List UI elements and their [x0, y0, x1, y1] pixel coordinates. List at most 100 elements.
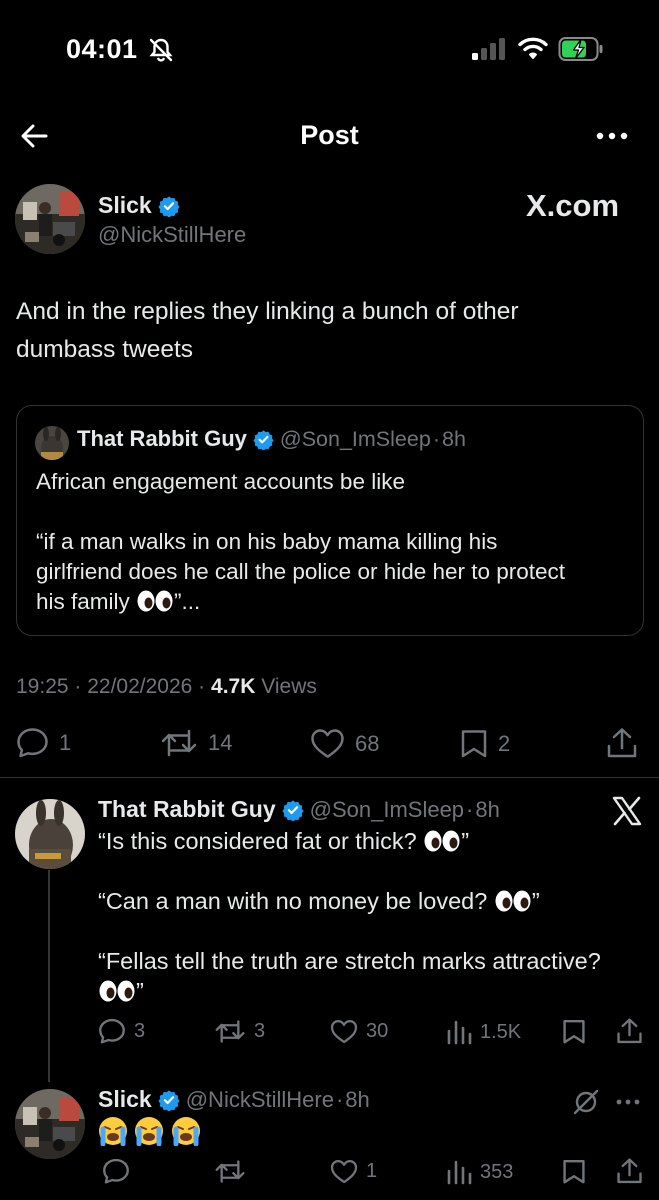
reply-time: 8h [475, 796, 500, 822]
reply-text-segment: “Is this considered fat or thick? [98, 828, 424, 854]
post-text-line: dumbass tweets [16, 336, 194, 363]
analytics-icon [447, 1020, 472, 1045]
grok-icon[interactable] [572, 1088, 600, 1116]
quote-text-line: girlfriend does he call the police or hi… [36, 559, 566, 584]
views-count: 4.7K [211, 675, 256, 698]
reply-author-name[interactable]: Slick [98, 1086, 152, 1113]
bookmark-count: 2 [498, 730, 511, 756]
views-count: 353 [480, 1160, 514, 1183]
reply-icon[interactable] [102, 1158, 130, 1184]
reply-button[interactable]: 1 [16, 727, 71, 758]
cellular-signal-icon [472, 38, 505, 60]
thread-line [48, 870, 50, 1082]
reply-text-line: ” [98, 976, 144, 1006]
x-com-label[interactable]: X.com [526, 188, 619, 224]
more-options-icon[interactable] [614, 1092, 642, 1112]
quote-text-line: African engagement accounts be like [36, 469, 405, 494]
heart-icon [311, 729, 344, 758]
bell-slash-icon [149, 38, 173, 62]
reply-author-handle[interactable]: @NickStillHere [186, 1087, 334, 1113]
bookmark-icon [461, 730, 487, 758]
avatar[interactable] [15, 799, 85, 869]
quote-author-row: That Rabbit Guy @Son_ImSleep · 8h [77, 426, 466, 451]
quote-text-line: “if a man walks in on his baby mama kill… [36, 529, 498, 554]
repost-button[interactable]: 14 [160, 728, 232, 758]
repost-button[interactable]: 3 [214, 1019, 265, 1044]
like-count: 68 [355, 730, 380, 756]
quote-author-handle: @Son_ImSleep [279, 426, 431, 451]
like-button[interactable]: 1 [330, 1159, 377, 1184]
page-title: Post [300, 120, 359, 150]
eyes-emoji-icon [99, 980, 135, 1002]
verified-badge-icon [253, 429, 274, 450]
post-date: 22/02/2026 [87, 675, 193, 698]
battery-charging-icon [558, 37, 603, 61]
reply-button[interactable]: 3 [98, 1018, 145, 1044]
bookmark-icon[interactable] [562, 1018, 586, 1045]
eyes-emoji-icon [424, 830, 460, 852]
more-options-icon[interactable] [594, 122, 630, 150]
like-count: 30 [366, 1020, 389, 1042]
reply-time: 8h [345, 1086, 370, 1112]
repost-count: 14 [208, 730, 233, 755]
reply-text-segment: ” [461, 828, 470, 854]
views-label: Views [261, 675, 317, 698]
divider [0, 777, 659, 778]
avatar [35, 426, 69, 460]
eyes-emoji-icon [137, 590, 173, 612]
post-text: And in the replies they linking a bunch … [16, 293, 636, 369]
like-button[interactable]: 30 [330, 1019, 388, 1044]
loudly-crying-face-icon [171, 1117, 200, 1146]
avatar[interactable] [15, 184, 85, 254]
author-handle[interactable]: @NickStillHere [98, 222, 246, 248]
x-logo-icon[interactable] [612, 796, 642, 826]
author-name-text[interactable]: Slick [98, 192, 152, 219]
bookmark-icon[interactable] [562, 1158, 586, 1185]
heart-icon [330, 1019, 358, 1044]
quote-text-segment: ”... [174, 589, 201, 614]
reply-count: 1 [59, 729, 72, 755]
quote-text-line: his family ”... [36, 587, 200, 617]
views-button[interactable]: 353 [446, 1159, 513, 1185]
reply-author-row: Slick @NickStillHere · 8h [98, 1086, 370, 1113]
loudly-crying-face-icon [99, 1117, 127, 1146]
quote-time: 8h [441, 426, 466, 451]
reply-icon [99, 1018, 125, 1044]
quote-text-segment: his family [36, 589, 137, 614]
repost-icon[interactable] [214, 1159, 246, 1184]
views-button[interactable]: 1.5K [446, 1019, 521, 1045]
share-icon[interactable] [606, 727, 638, 759]
share-icon[interactable] [616, 1017, 643, 1045]
avatar[interactable] [15, 1089, 85, 1159]
reply-text-segment: ” [531, 888, 540, 914]
reply-author-row: That Rabbit Guy @Son_ImSleep · 8h [98, 796, 500, 823]
reply-author-handle[interactable]: @Son_ImSleep [310, 797, 464, 823]
loudly-crying-face-icon [135, 1117, 164, 1146]
reply-icon [17, 728, 48, 758]
share-icon[interactable] [616, 1157, 643, 1185]
like-count: 1 [366, 1160, 378, 1182]
repost-count: 3 [254, 1020, 266, 1042]
reply-emoji-row [98, 1116, 203, 1147]
post-time: 19:25 [16, 675, 69, 698]
like-button[interactable]: 68 [310, 728, 379, 759]
verified-badge-icon [158, 195, 180, 217]
repost-icon [215, 1020, 245, 1043]
reply-text-segment: ” [136, 978, 144, 1004]
author-name[interactable]: Slick [98, 192, 180, 219]
reply-author-name[interactable]: That Rabbit Guy [98, 796, 276, 823]
post-text-line: And in the replies they linking a bunch … [16, 298, 519, 325]
reply-count: 3 [134, 1019, 146, 1042]
reply-text-line: “Can a man with no money be loved? ” [98, 886, 540, 916]
views-count: 1.5K [480, 1020, 522, 1043]
quote-author-name: That Rabbit Guy [77, 426, 247, 451]
bookmark-button[interactable]: 2 [460, 728, 510, 759]
quoted-post-card[interactable]: That Rabbit Guy @Son_ImSleep · 8h Africa… [16, 405, 644, 636]
reply-text-line: “Is this considered fat or thick? ” [98, 826, 469, 856]
repost-icon [161, 729, 197, 757]
heart-icon [330, 1159, 358, 1184]
post-meta: 19:25 · 22/02/2026 · 4.7K Views [16, 675, 317, 698]
status-time: 04:01 [66, 34, 138, 64]
reply-text-line: “Fellas tell the truth are stretch marks… [98, 948, 601, 974]
verified-badge-icon [158, 1089, 180, 1111]
